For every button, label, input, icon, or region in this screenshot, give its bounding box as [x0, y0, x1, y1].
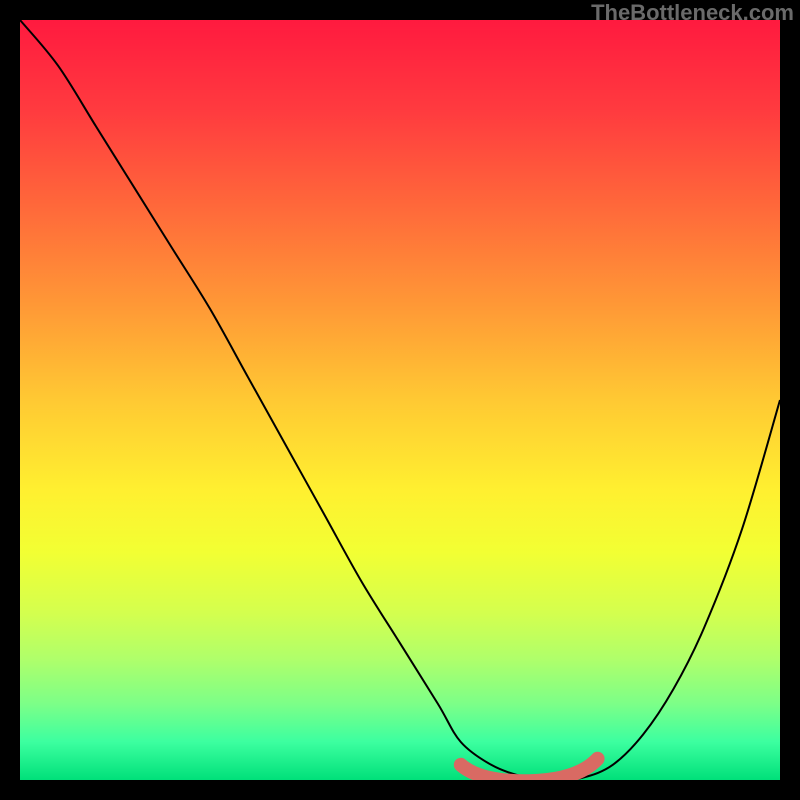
band-start-dot	[455, 759, 467, 771]
optimal-band	[461, 759, 598, 780]
bottleneck-chart	[20, 20, 780, 780]
watermark: TheBottleneck.com	[591, 0, 794, 26]
bottleneck-curve	[20, 20, 780, 780]
chart-svg	[20, 20, 780, 780]
